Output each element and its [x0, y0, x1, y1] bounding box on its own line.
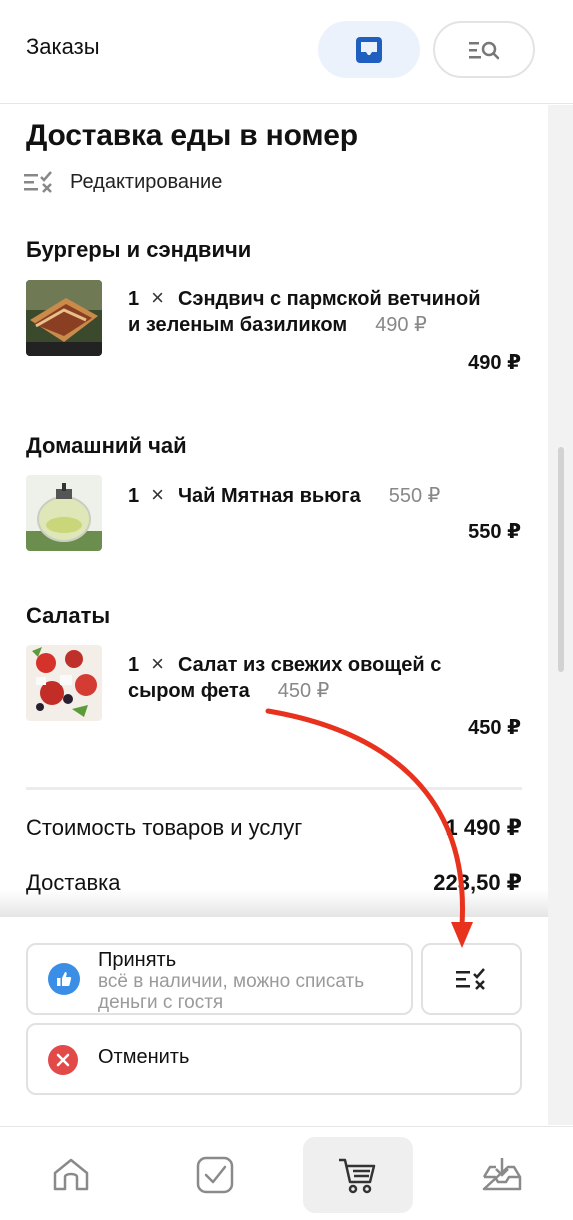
item-total: 450 ₽: [468, 717, 521, 739]
nav-cart[interactable]: [303, 1137, 413, 1213]
page-title: Доставка еды в номер: [26, 119, 358, 152]
summary-divider: [26, 787, 522, 790]
item-unit-price: 550 ₽: [388, 485, 441, 507]
item-qty: 1: [128, 288, 140, 310]
inbox-button[interactable]: [318, 21, 420, 78]
edit-mode-link[interactable]: Редактирование: [22, 169, 222, 195]
action-panel: Принять всё в наличии, можно списать ден…: [0, 917, 548, 1127]
bottom-nav: [0, 1126, 573, 1220]
cancel-label: Отменить: [98, 1046, 190, 1068]
order-item-salad: 1 × Салат из свежих овощей с сыром фета 450…: [128, 651, 523, 704]
top-header: Заказы: [0, 0, 573, 104]
item-image-tea[interactable]: [26, 475, 102, 551]
cancel-button[interactable]: Отменить: [26, 1023, 522, 1095]
accept-label: Принять: [98, 949, 177, 971]
scrollbar-thumb[interactable]: [558, 447, 564, 672]
home-icon: [53, 1158, 89, 1191]
item-image-salad[interactable]: [26, 645, 102, 721]
times-icon: ×: [151, 285, 164, 310]
filter-search-icon: [469, 41, 500, 59]
filter-search-button[interactable]: [433, 21, 535, 78]
section-title-burgers: Бургеры и сэндвичи: [26, 237, 252, 262]
item-name-line2: и зеленым базиликом: [128, 314, 348, 336]
content-fade: [0, 890, 548, 918]
item-qty: 1: [128, 654, 140, 676]
header-title: Заказы: [26, 34, 100, 59]
times-icon: ×: [151, 651, 164, 676]
summary-goods-label: Стоимость товаров и услуг: [26, 815, 303, 840]
item-name-line1: Салат из свежих овощей с: [177, 654, 442, 676]
summary-goods-value: 1 490 ₽: [445, 815, 522, 840]
order-item-tea: 1 × Чай Мятная вьюга 550 ₽: [128, 482, 523, 509]
inbox-download-icon: [482, 1158, 522, 1191]
edit-list-icon: [24, 171, 52, 193]
summary-goods-row: Стоимость товаров и услуг 1 490 ₽: [26, 815, 522, 841]
inbox-icon: [356, 36, 382, 63]
item-total: 490 ₽: [468, 352, 521, 374]
item-name-line1: Сэндвич с пармской ветчиной: [177, 288, 481, 310]
edit-order-button[interactable]: [421, 943, 522, 1015]
item-qty: 1: [128, 485, 140, 507]
item-name-line2: сыром фета: [128, 680, 250, 702]
section-title-tea: Домашний чай: [26, 433, 187, 458]
item-image-sandwich[interactable]: [26, 280, 102, 356]
edit-list-icon: [455, 968, 485, 990]
edit-mode-label: Редактирование: [70, 170, 223, 193]
order-item-sandwich: 1 × Сэндвич с пармской ветчиной и зеленым …: [128, 285, 523, 338]
nav-tasks[interactable]: [160, 1137, 270, 1213]
item-total: 550 ₽: [468, 521, 521, 543]
thumbs-up-icon: [48, 963, 80, 995]
nav-home[interactable]: [16, 1137, 126, 1213]
item-unit-price: 450 ₽: [277, 680, 330, 702]
nav-downloads[interactable]: [447, 1137, 557, 1213]
section-title-salads: Салаты: [26, 603, 111, 628]
cancel-icon: [48, 1045, 78, 1075]
accept-button[interactable]: Принять всё в наличии, можно списать ден…: [26, 943, 413, 1015]
order-content: Доставка еды в номер Редактирование Бург…: [0, 105, 548, 917]
item-name-line1: Чай Мятная вьюга: [177, 485, 361, 507]
times-icon: ×: [151, 482, 164, 507]
cart-icon: [339, 1158, 376, 1194]
accept-sublabel: всё в наличии, можно списать деньги с го…: [98, 971, 365, 1013]
check-icon: [196, 1156, 234, 1194]
item-unit-price: 490 ₽: [375, 314, 427, 336]
